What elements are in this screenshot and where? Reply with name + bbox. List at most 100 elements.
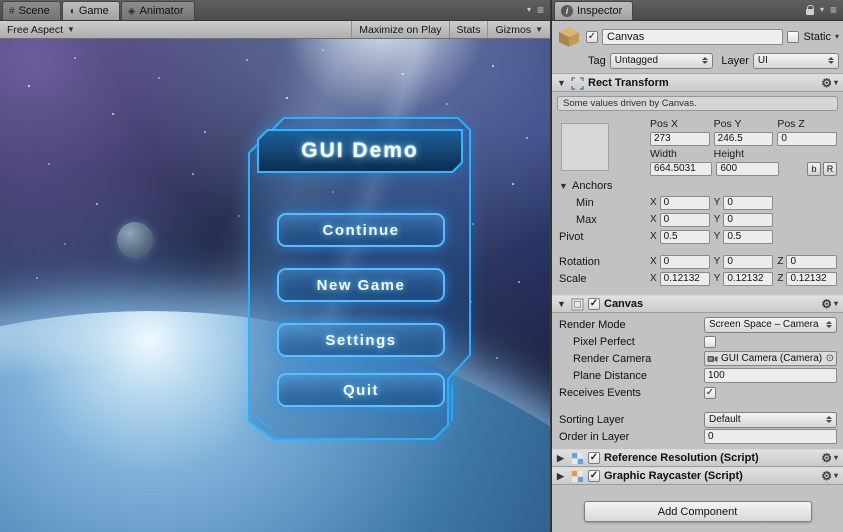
sorting-layer-value: Default <box>709 414 741 425</box>
canvas-title: Canvas <box>604 298 644 310</box>
camera-icon <box>707 356 718 362</box>
canvas-component-header[interactable]: ▼ Canvas ⚙ ▾ <box>552 295 843 313</box>
pane-dropdown-icon[interactable]: ▾ <box>820 6 824 14</box>
pos-z-field[interactable]: 0 <box>777 131 838 146</box>
foldout-icon[interactable]: ▼ <box>559 181 569 191</box>
gear-icon[interactable]: ⚙ <box>821 298 832 310</box>
raw-edit-mode-button[interactable]: R <box>822 161 837 176</box>
foldout-icon[interactable]: ▼ <box>557 299 567 309</box>
add-component-button[interactable]: Add Component <box>583 501 812 522</box>
anchor-preview[interactable] <box>561 123 609 171</box>
pos-y-field[interactable]: 246.5 <box>713 131 774 146</box>
foldout-icon[interactable]: ▼ <box>557 78 567 88</box>
layer-dropdown[interactable]: UI <box>752 52 839 69</box>
gameobject-active-checkbox[interactable] <box>586 31 598 43</box>
rect-transform-header[interactable]: ▼ Rect Transform ⚙ ▾ <box>552 74 843 92</box>
max-x-field[interactable]: 0 <box>659 212 710 227</box>
min-y-field[interactable]: 0 <box>723 195 774 210</box>
pane-menu-icon[interactable]: ≡ <box>830 4 837 16</box>
scale-z-field[interactable]: 0.12132 <box>786 271 838 286</box>
static-dropdown-icon[interactable]: ▾ <box>835 33 839 41</box>
scale-x-field[interactable]: 0.12132 <box>659 271 710 286</box>
pane-menu-icon[interactable]: ≡ <box>537 4 544 16</box>
quit-button[interactable]: Quit <box>277 373 445 407</box>
inspector-icon <box>561 5 573 17</box>
game-toolbar-right: Maximize on Play Stats Gizmos ▼ <box>351 21 550 38</box>
reference-resolution-header[interactable]: ▶ Reference Resolution (Script) ⚙ ▾ <box>552 449 843 467</box>
pos-x-field[interactable]: 273 <box>650 131 710 146</box>
gear-dropdown-icon: ▾ <box>833 78 838 87</box>
inspector-pane-controls: ▾ ≡ <box>805 4 843 20</box>
gameobject-cube-icon[interactable] <box>556 26 582 48</box>
rotation-x-field[interactable]: 0 <box>659 254 710 269</box>
lock-icon[interactable] <box>805 4 814 15</box>
sorting-layer-label: Sorting Layer <box>559 413 625 426</box>
tab-game[interactable]: ◖ Game <box>61 1 120 20</box>
tag-dropdown[interactable]: Untagged <box>609 52 714 69</box>
continue-button[interactable]: Continue <box>277 213 445 247</box>
gear-icon[interactable]: ⚙ <box>821 77 832 89</box>
component-options[interactable]: ⚙ ▾ <box>821 452 838 464</box>
reference-resolution-enabled-checkbox[interactable] <box>588 452 600 464</box>
gizmos-label: Gizmos <box>495 23 532 36</box>
pane-dropdown-icon[interactable]: ▾ <box>527 6 531 14</box>
y-axis-label: Y <box>713 273 721 284</box>
driven-values-note: Some values driven by Canvas. <box>557 96 838 111</box>
gear-dropdown-icon: ▾ <box>833 453 838 462</box>
graphic-raycaster-enabled-checkbox[interactable] <box>588 470 600 482</box>
anchors-label: Anchors <box>572 179 613 192</box>
static-checkbox[interactable] <box>787 31 800 43</box>
pivot-y-field[interactable]: 0.5 <box>723 229 774 244</box>
component-options[interactable]: ⚙ ▾ <box>821 470 838 482</box>
scale-y-field[interactable]: 0.12132 <box>723 271 774 286</box>
receives-events-checkbox[interactable] <box>704 386 716 399</box>
tab-inspector[interactable]: Inspector <box>554 1 634 20</box>
receives-events-row: Receives Events <box>552 384 843 401</box>
gear-icon[interactable]: ⚙ <box>821 452 832 464</box>
width-field[interactable]: 664.5031 <box>650 161 713 176</box>
gear-icon[interactable]: ⚙ <box>821 470 832 482</box>
render-camera-object-field[interactable]: GUI Camera (Camera) ⊙ <box>704 351 837 366</box>
game-icon: ◖ <box>68 5 75 17</box>
height-field[interactable]: 600 <box>716 161 779 176</box>
new-game-button[interactable]: New Game <box>277 268 445 302</box>
max-y-field[interactable]: 0 <box>723 212 774 227</box>
tag-value: Untagged <box>614 55 659 66</box>
anchors-foldout-row[interactable]: ▼ Anchors <box>552 177 843 194</box>
canvas-enabled-checkbox[interactable] <box>588 298 600 310</box>
sorting-layer-dropdown[interactable]: Default <box>704 411 837 428</box>
object-picker-icon[interactable]: ⊙ <box>826 353 834 364</box>
gizmos-dropdown[interactable]: Gizmos ▼ <box>487 21 550 38</box>
plane-distance-field[interactable]: 100 <box>704 368 837 383</box>
render-mode-dropdown[interactable]: Screen Space – Camera <box>704 316 837 333</box>
scale-label: Scale <box>559 272 587 285</box>
order-in-layer-field[interactable]: 0 <box>704 429 837 444</box>
tab-inspector-label: Inspector <box>577 5 623 17</box>
rotation-y-field[interactable]: 0 <box>723 254 774 269</box>
stats-button[interactable]: Stats <box>448 21 488 38</box>
layer-value: UI <box>757 55 768 66</box>
pixel-perfect-checkbox[interactable] <box>704 335 716 348</box>
scale-row: Scale X 0.12132 Y 0.12132 Z 0.12132 <box>552 270 843 287</box>
rotation-z-field[interactable]: 0 <box>786 254 838 269</box>
tab-game-label: Game <box>78 5 109 17</box>
settings-button[interactable]: Settings <box>277 323 445 357</box>
min-label: Min <box>576 196 594 209</box>
maximize-on-play-button[interactable]: Maximize on Play <box>351 21 448 38</box>
gear-dropdown-icon: ▾ <box>833 299 838 308</box>
component-options[interactable]: ⚙ ▾ <box>821 77 838 89</box>
gameobject-name-field[interactable]: Canvas <box>602 29 784 45</box>
graphic-raycaster-header[interactable]: ▶ Graphic Raycaster (Script) ⚙ ▾ <box>552 467 843 485</box>
sorting-layer-row: Sorting Layer Default <box>552 411 843 428</box>
min-x-field[interactable]: 0 <box>659 195 710 210</box>
receives-events-label: Receives Events <box>559 386 641 399</box>
blueprint-mode-button[interactable]: b <box>806 161 821 176</box>
tab-scene[interactable]: # Scene <box>2 1 61 20</box>
foldout-icon[interactable]: ▶ <box>557 453 567 464</box>
foldout-icon[interactable]: ▶ <box>557 471 567 482</box>
pivot-x-field[interactable]: 0.5 <box>659 229 710 244</box>
aspect-dropdown[interactable]: Free Aspect ▼ <box>0 21 82 38</box>
tab-animator[interactable]: ◈ Animator <box>120 1 195 20</box>
render-camera-label: Render Camera <box>573 352 652 365</box>
component-options[interactable]: ⚙ ▾ <box>821 298 838 310</box>
